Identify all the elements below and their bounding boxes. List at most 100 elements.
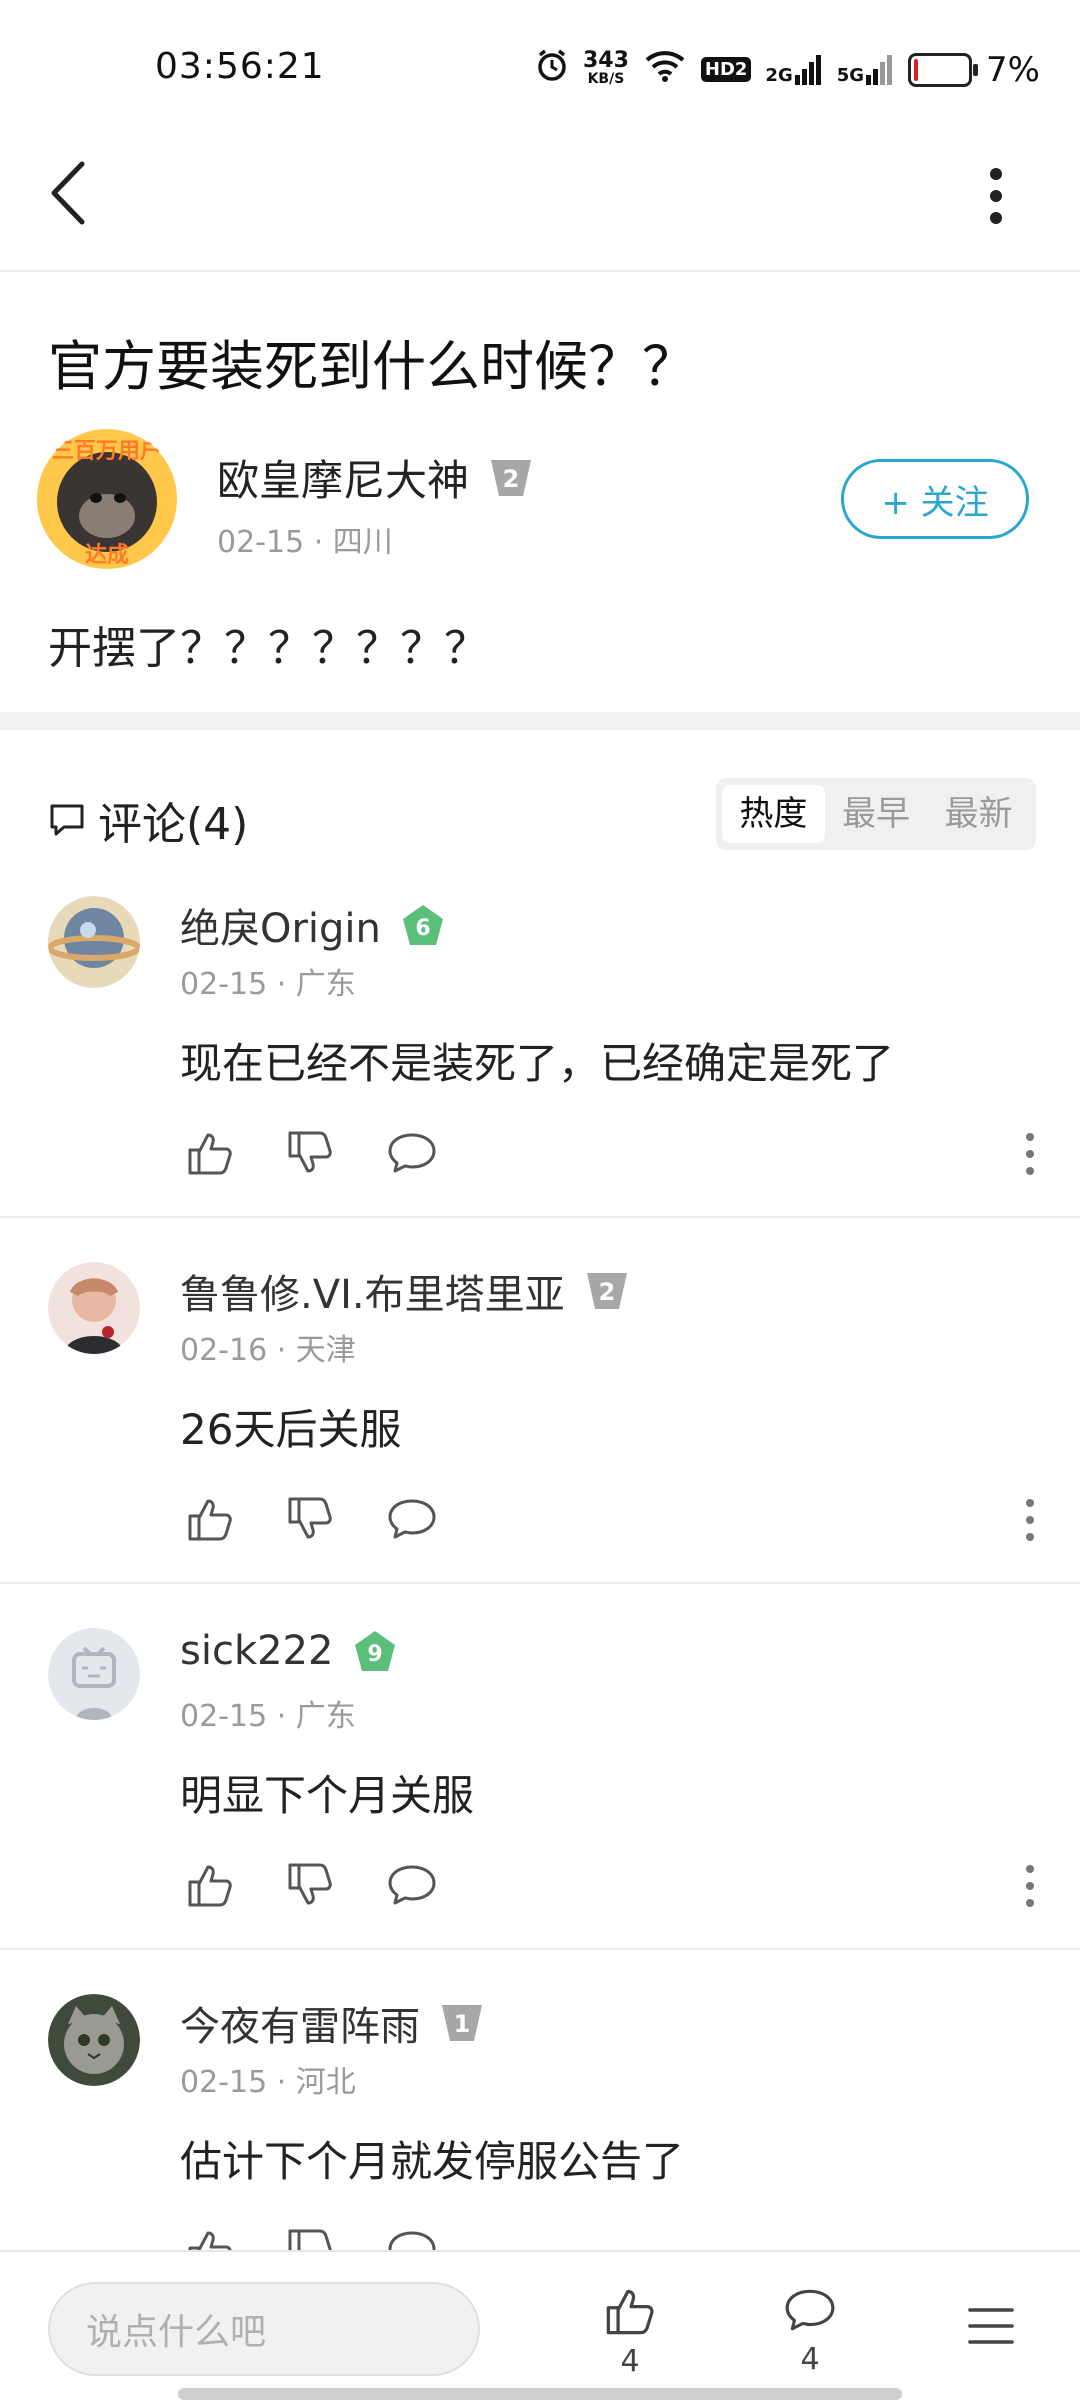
comment-input[interactable]: 说点什么吧 [48,2282,480,2376]
net-speed-value: 343 [582,47,629,73]
signal-2g-label: 2G [765,64,793,86]
signal-2g: 2G [765,54,822,86]
sort-tab-hot[interactable]: 热度 [722,785,825,843]
comment-meta: 02-16 · 天津 [180,1333,356,1368]
comment-meta: 02-15 · 广东 [180,967,356,1002]
signal-bars-icon [794,54,821,85]
comment-divider [0,1216,1080,1218]
thumbs-up-icon[interactable] [186,1862,234,1908]
alarm-icon [535,48,569,91]
chevron-left-icon [51,161,85,225]
level-badge-icon: 1 [442,2005,482,2041]
comment-author-row: 绝戾Origin 6 [180,896,447,954]
comment-level: 1 [454,2010,471,2038]
author-name-row: 欧皇摩尼大神 2 [217,447,535,508]
thumbs-up-icon[interactable] [186,1496,234,1542]
thumbs-down-icon[interactable] [286,1862,334,1908]
commenter-avatar[interactable] [48,1262,140,1354]
follow-button[interactable]: + 关注 [841,459,1029,539]
battery-fill [914,58,919,81]
level-badge-icon: 9 [355,1631,396,1671]
comment-actions [186,1130,438,1176]
level-badge-icon: 2 [491,459,532,496]
comment-level: 2 [598,1278,615,1306]
level-badge-icon: 2 [586,1273,627,1309]
thumbs-down-icon[interactable] [286,1496,334,1542]
sort-tabs: 热度 最早 最新 [716,778,1036,850]
comment-more-button[interactable] [1023,1864,1037,1912]
signal-bars-icon [866,54,893,85]
more-vertical-icon [990,168,1002,224]
comment-author-row: 鲁鲁修.VI.布里塔里亚 2 [180,1262,631,1320]
comments-title: 评论(4) [98,799,249,850]
net-speed: 343 KB/S [582,47,629,88]
comment-text: 现在已经不是装死了，已经确定是死了 [180,1039,895,1088]
hd-icon: HD2 [700,57,752,82]
commenter-avatar[interactable] [48,1628,140,1720]
comment-divider [0,1948,1080,1950]
comment-text: 估计下个月就发停服公告了 [180,2137,685,2186]
author-name[interactable]: 欧皇摩尼大神 [217,447,469,508]
reply-bubble-icon[interactable] [386,1863,438,1907]
menu-icon [968,2308,1014,2344]
commenter-avatar[interactable] [48,896,140,988]
avatar-badge-top: 三百万用户 [52,438,162,464]
comment-divider [0,1582,1080,1584]
like-count: 4 [620,2344,640,2379]
section-divider [0,712,1080,730]
wifi-icon [643,48,687,91]
signal-5g: 5G [836,54,894,86]
battery-percent: 7% [986,49,1040,90]
reply-bubble-icon[interactable] [386,1131,438,1175]
thumbs-up-icon [606,2289,654,2335]
comment-icon [50,804,84,836]
comment-author-row: sick222 9 [180,1628,399,1674]
commenter-avatar[interactable] [48,1994,140,2086]
comment-meta: 02-15 · 广东 [180,1699,356,1734]
comment-level: 6 [415,916,430,941]
author-avatar[interactable]: 三百万用户 达成 [36,428,178,570]
comment-actions [186,1496,438,1542]
comment-author[interactable]: 绝戾Origin [180,896,381,954]
comment-more-button[interactable] [1023,1132,1037,1180]
sort-tab-earliest[interactable]: 最早 [825,785,928,843]
author-level: 2 [503,465,520,493]
comment-more-button[interactable] [1023,1498,1037,1546]
comment-author[interactable]: 今夜有雷阵雨 [180,1994,420,2052]
author-meta: 02-15 · 四川 [217,525,393,560]
more-vertical-icon [1026,1865,1034,1907]
comment-author-row: 今夜有雷阵雨 1 [180,1994,486,2052]
comment-meta: 02-15 · 河北 [180,2065,356,2100]
comment-author[interactable]: 鲁鲁修.VI.布里塔里亚 [180,1262,565,1320]
comment-text: 26天后关服 [180,1405,402,1454]
signal-5g-label: 5G [836,64,865,86]
post-title: 官方要装死到什么时候？？ [48,335,696,398]
comment-actions [186,1862,438,1908]
more-vertical-icon [1026,1133,1034,1175]
sort-tab-newest[interactable]: 最新 [927,785,1030,843]
nav-divider [0,270,1080,272]
status-icons: 343 KB/S HD2 2G 5G 7% [535,48,1040,91]
thumbs-up-icon[interactable] [186,1130,234,1176]
comment-text: 明显下个月关服 [180,1771,475,1820]
status-time: 03:56:21 [155,46,325,87]
comment-level: 9 [368,1642,383,1667]
level-badge-icon: 6 [402,905,443,945]
comments-header: 评论(4) [48,788,248,852]
avatar-badge-bottom: 达成 [85,543,129,568]
post-body: 开摆了？？？？？？？ [48,623,488,674]
home-indicator[interactable] [178,2388,902,2400]
net-speed-unit: KB/S [587,70,625,87]
like-post-button[interactable]: 4 [600,2286,660,2379]
back-button[interactable] [48,160,88,230]
more-vertical-icon [1026,1499,1034,1541]
more-button[interactable] [984,166,1008,230]
comment-author[interactable]: sick222 [180,1628,333,1674]
thumbs-down-icon[interactable] [286,1130,334,1176]
comment-post-button[interactable]: 4 [780,2286,840,2377]
menu-button[interactable] [968,2306,1014,2350]
comment-count: 4 [800,2342,820,2377]
battery-icon [908,52,979,87]
reply-bubble-icon[interactable] [386,1497,438,1541]
reply-bubble-icon [785,2289,835,2331]
